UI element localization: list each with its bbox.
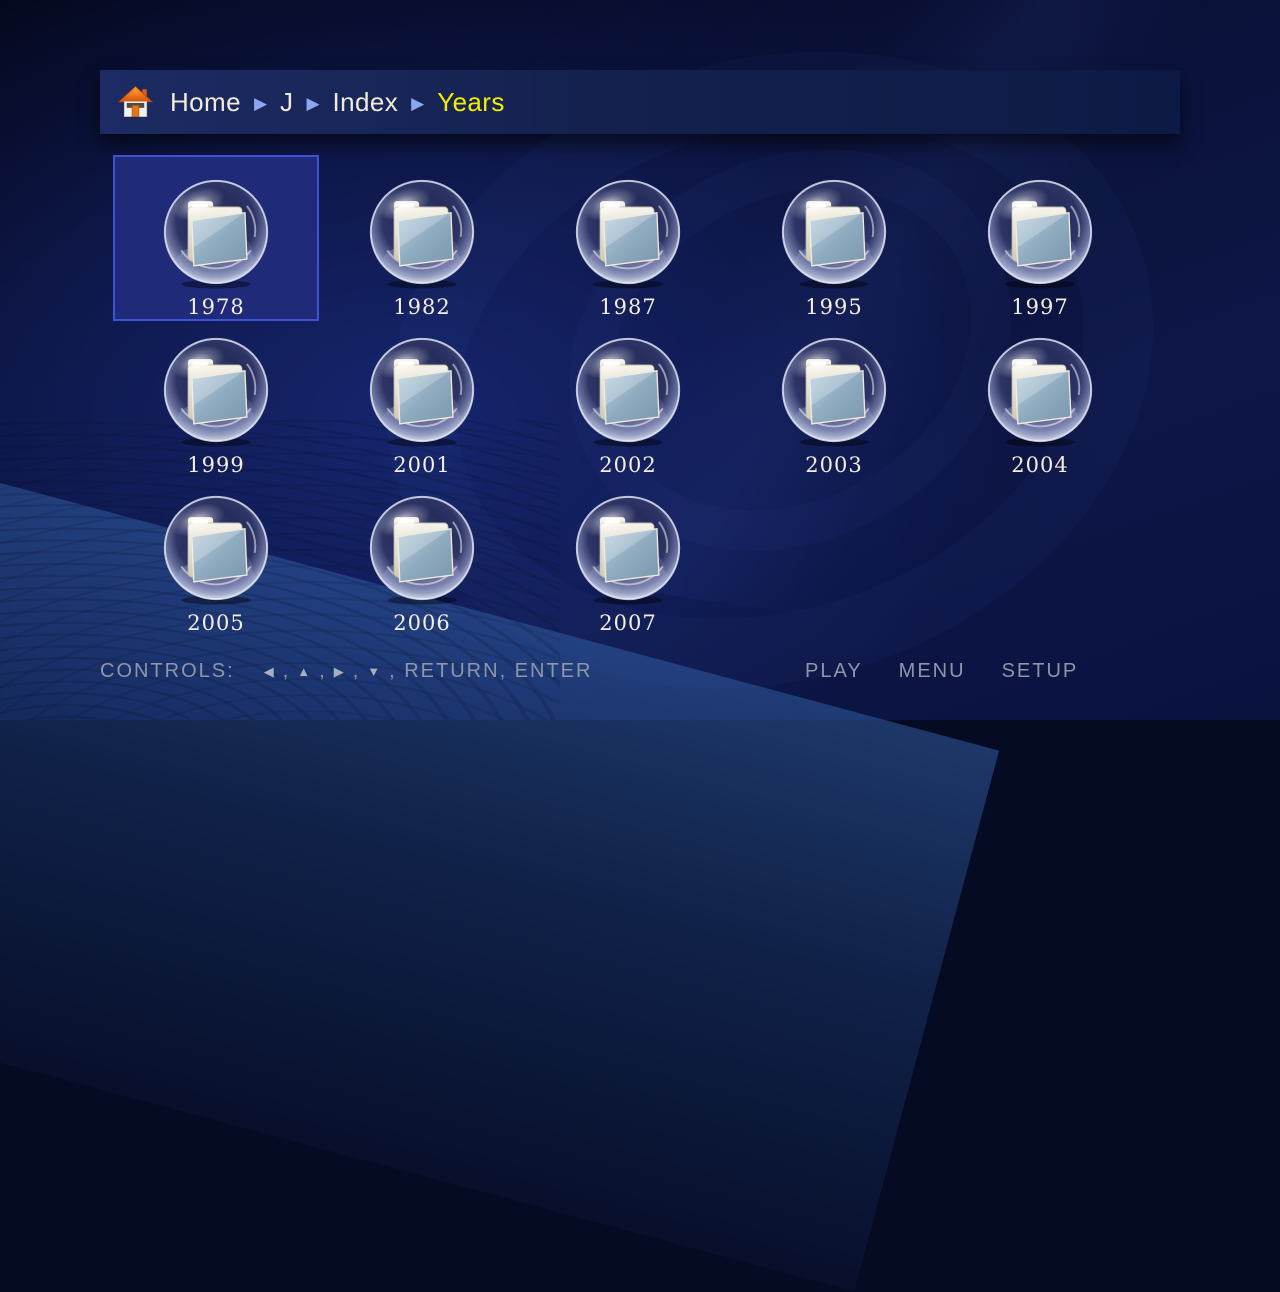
breadcrumb-separator-icon: ▶ (306, 93, 319, 112)
folder-tile-2007[interactable]: 2007 (525, 471, 731, 637)
right-arrow-icon: ▶ (334, 664, 346, 680)
breadcrumb-item-years[interactable]: Years (437, 87, 505, 118)
folder-tile-2002[interactable]: 2002 (525, 313, 731, 479)
year-label: 2007 (599, 611, 656, 635)
home-icon[interactable] (118, 85, 153, 119)
folder-sphere-icon (160, 335, 272, 447)
year-label: 2006 (393, 611, 450, 635)
folder-sphere-icon (984, 335, 1096, 447)
year-folder-grid: 1978 1982 (113, 155, 1143, 629)
controls-text: , (353, 660, 361, 683)
folder-sphere-icon (984, 177, 1096, 289)
menu-item-menu[interactable]: MENU (899, 660, 966, 683)
folder-tile-1982[interactable]: 1982 (319, 155, 525, 321)
folder-tile-2006[interactable]: 2006 (319, 471, 525, 637)
breadcrumb-bar: Home ▶ J ▶ Index ▶ Years (100, 70, 1180, 134)
left-arrow-icon: ◀ (264, 664, 276, 680)
controls-text: , (283, 660, 291, 683)
menu-item-setup[interactable]: SETUP (1002, 660, 1079, 683)
folder-sphere-icon (572, 177, 684, 289)
folder-sphere-icon (160, 493, 272, 605)
folder-tile-1987[interactable]: 1987 (525, 155, 731, 321)
folder-sphere-icon (572, 335, 684, 447)
year-label: 2005 (187, 611, 244, 635)
folder-tile-1978[interactable]: 1978 (113, 155, 319, 321)
breadcrumb-item-index[interactable]: Index (333, 87, 399, 118)
year-label: 2003 (805, 453, 862, 477)
folder-sphere-icon (778, 177, 890, 289)
controls-key-sequence: ◀, ▲, ▶, ▼ , RETURN, ENTER (261, 660, 597, 683)
down-arrow-icon: ▼ (367, 664, 382, 679)
footer-controls-legend: CONTROLS: ◀, ▲, ▶, ▼ , RETURN, ENTER (100, 660, 596, 683)
breadcrumb-separator-icon: ▶ (411, 93, 424, 112)
breadcrumb-separator-icon: ▶ (254, 93, 267, 112)
folder-sphere-icon (778, 335, 890, 447)
folder-sphere-icon (366, 335, 478, 447)
folder-sphere-icon (572, 493, 684, 605)
menu-item-play[interactable]: PLAY (805, 660, 863, 683)
folder-sphere-icon (366, 493, 478, 605)
footer-menu: PLAY MENU SETUP (805, 660, 1078, 683)
controls-label: CONTROLS: (100, 660, 235, 683)
year-label: 2004 (1011, 453, 1068, 477)
controls-text: , RETURN, ENTER (389, 660, 592, 683)
breadcrumb: Home ▶ J ▶ Index ▶ Years (170, 87, 505, 118)
folder-sphere-icon (160, 177, 272, 289)
folder-tile-2005[interactable]: 2005 (113, 471, 319, 637)
folder-tile-2003[interactable]: 2003 (731, 313, 937, 479)
folder-tile-1999[interactable]: 1999 (113, 313, 319, 479)
folder-sphere-icon (366, 177, 478, 289)
controls-text: , (319, 660, 327, 683)
folder-tile-2001[interactable]: 2001 (319, 313, 525, 479)
breadcrumb-item-home[interactable]: Home (170, 87, 241, 118)
up-arrow-icon: ▲ (297, 664, 312, 679)
folder-tile-1995[interactable]: 1995 (731, 155, 937, 321)
folder-tile-1997[interactable]: 1997 (937, 155, 1143, 321)
breadcrumb-item-j[interactable]: J (280, 87, 293, 118)
folder-tile-2004[interactable]: 2004 (937, 313, 1143, 479)
